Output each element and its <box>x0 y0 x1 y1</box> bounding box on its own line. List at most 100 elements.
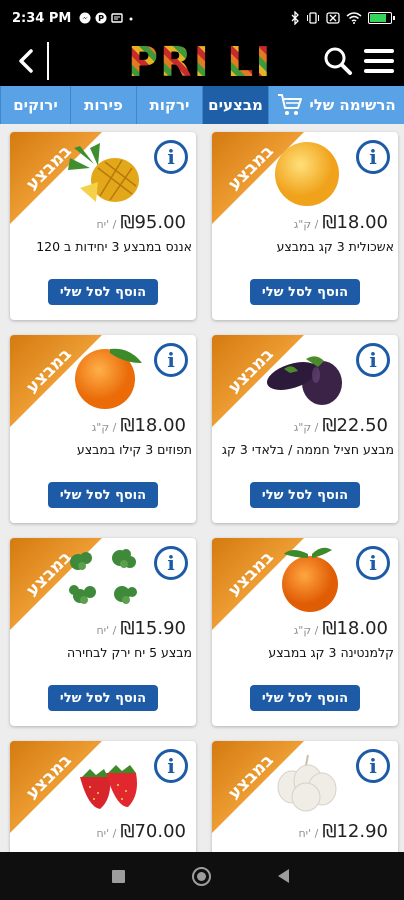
svg-text:P: P <box>98 14 104 23</box>
product-name: אננס במבצע 3 יחידות ב 120 <box>36 239 192 254</box>
category-tabs: הרשימה שלי מבצעים ירקות פירות ירוקים <box>0 86 404 124</box>
shopping-cart-icon <box>278 94 303 115</box>
price-value: 18.00 <box>336 618 388 639</box>
tab-vegetables[interactable]: ירקות <box>136 86 202 124</box>
search-icon <box>324 47 352 75</box>
product-price: ₪18.00 <box>322 212 388 233</box>
chevron-left-icon <box>19 49 33 73</box>
menu-line <box>364 59 394 63</box>
price-value: 18.00 <box>134 415 186 436</box>
price-unit: יח' / <box>298 827 319 840</box>
product-card[interactable]: במבצע i ק"ג / ₪22.50 מבצע חציל חממה / בלאדי … <box>212 335 398 523</box>
message-icon <box>111 13 124 23</box>
info-icon[interactable]: i <box>154 140 188 174</box>
product-price: ₪22.50 <box>322 415 388 436</box>
price-value: 12.90 <box>336 821 388 842</box>
info-icon[interactable]: i <box>356 343 390 377</box>
product-name: מבצע 5 יח ירק לבחירה <box>66 645 192 660</box>
battery-icon <box>368 12 395 24</box>
product-name: מבצע חציל חממה / בלאדי 3 קג <box>221 442 394 457</box>
tab-fruits[interactable]: פירות <box>70 86 136 124</box>
back-button[interactable] <box>8 42 44 80</box>
currency-symbol: ₪ <box>120 212 135 233</box>
price-unit: יח' / <box>96 218 117 231</box>
info-icon[interactable]: i <box>356 546 390 580</box>
add-to-cart-button[interactable]: הוסף לסל שלי <box>250 279 360 305</box>
product-card[interactable]: במבצעiיח' /₪70.00הוסף לסל שלי <box>10 741 196 852</box>
currency-symbol: ₪ <box>322 618 337 639</box>
status-bar: 2:34 PM P <box>0 0 404 36</box>
price-row: יח' / ₪70.00 <box>96 821 186 842</box>
price-value: 70.00 <box>134 821 186 842</box>
tab-greens[interactable]: ירוקים <box>0 86 70 124</box>
product-card[interactable]: במבצע i ק"ג / ₪18.00 אשכולית 3 קג במבצע הוסף … <box>212 132 398 320</box>
product-card[interactable]: במבצע i יח' / ₪15.90 מבצע 5 יח ירק לבחירה הוס… <box>10 538 196 726</box>
status-time: 2:34 PM <box>12 10 72 26</box>
menu-line <box>364 49 394 53</box>
tab-deals[interactable]: מבצעים <box>202 86 268 124</box>
product-image <box>262 341 352 411</box>
battery-fill <box>370 14 386 22</box>
product-image <box>60 138 150 208</box>
price-value: 22.50 <box>336 415 388 436</box>
price-unit: יח' / <box>96 827 117 840</box>
currency-symbol: ₪ <box>120 618 135 639</box>
square-icon[interactable] <box>112 870 125 883</box>
tab-label: ירקות <box>149 96 190 114</box>
currency-symbol: ₪ <box>322 212 337 233</box>
price-unit: ק"ג / <box>91 421 117 434</box>
add-to-cart-button[interactable]: הוסף לסל שלי <box>48 279 158 305</box>
price-row: יח' / ₪15.90 <box>96 618 186 639</box>
product-price: ₪95.00 <box>120 212 186 233</box>
header-divider <box>47 42 49 80</box>
status-left-icons: P <box>79 12 135 24</box>
product-price: ₪12.90 <box>322 821 388 842</box>
info-icon[interactable]: i <box>356 749 390 783</box>
status-right-icons <box>290 11 395 25</box>
circle-home-icon[interactable] <box>192 867 211 886</box>
product-card[interactable]: במבצע i ק"ג / ₪18.00 תפוזים 3 קילו במבצע הוסף… <box>10 335 196 523</box>
add-to-cart-button[interactable]: הוסף לסל שלי <box>48 482 158 508</box>
price-row: ק"ג / ₪22.50 <box>294 415 388 436</box>
triangle-back-icon[interactable] <box>278 869 289 883</box>
no-sim-icon <box>326 12 340 24</box>
app-logo: PRI LI <box>128 38 273 86</box>
product-image <box>262 747 352 817</box>
price-unit: ק"ג / <box>293 421 319 434</box>
info-icon[interactable]: i <box>356 140 390 174</box>
product-card[interactable]: במבצע i יח' / ₪95.00 אננס במבצע 3 יחידות ב 1… <box>10 132 196 320</box>
price-row: ק"ג / ₪18.00 <box>92 415 186 436</box>
product-card[interactable]: במבצע i ק"ג / ₪18.00 קלמנטינה 3 קג במבצע הוסף… <box>212 538 398 726</box>
price-row: ק"ג / ₪18.00 <box>294 212 388 233</box>
currency-symbol: ₪ <box>120 415 135 436</box>
price-value: 15.90 <box>134 618 186 639</box>
product-name: קלמנטינה 3 קג במבצע <box>268 645 394 660</box>
tab-my-list[interactable]: הרשימה שלי <box>268 86 404 124</box>
info-icon[interactable]: i <box>154 343 188 377</box>
search-button[interactable] <box>322 45 354 77</box>
product-image <box>60 747 150 817</box>
add-to-cart-button[interactable]: הוסף לסל שלי <box>250 685 360 711</box>
price-unit: ק"ג / <box>293 218 319 231</box>
add-to-cart-button[interactable]: הוסף לסל שלי <box>48 685 158 711</box>
price-value: 95.00 <box>134 212 186 233</box>
system-nav-bar <box>0 852 404 900</box>
product-price: ₪15.90 <box>120 618 186 639</box>
info-icon[interactable]: i <box>154 749 188 783</box>
add-to-cart-button[interactable]: הוסף לסל שלי <box>250 482 360 508</box>
currency-symbol: ₪ <box>322 821 337 842</box>
product-name: אשכולית 3 קג במבצע <box>276 239 394 254</box>
price-unit: יח' / <box>96 624 117 637</box>
hamburger-menu-icon[interactable] <box>364 49 394 73</box>
dot-icon <box>129 17 133 21</box>
facebook-messenger-icon <box>79 12 91 24</box>
app-header: PRI LI <box>0 36 404 86</box>
product-image <box>262 544 352 614</box>
info-icon[interactable]: i <box>154 546 188 580</box>
product-image <box>60 544 150 614</box>
product-price: ₪18.00 <box>322 618 388 639</box>
wifi-icon <box>346 12 362 24</box>
price-row: יח' / ₪12.90 <box>298 821 388 842</box>
product-card[interactable]: במבצעiיח' /₪12.90הוסף לסל שלי <box>212 741 398 852</box>
price-row: יח' / ₪95.00 <box>96 212 186 233</box>
